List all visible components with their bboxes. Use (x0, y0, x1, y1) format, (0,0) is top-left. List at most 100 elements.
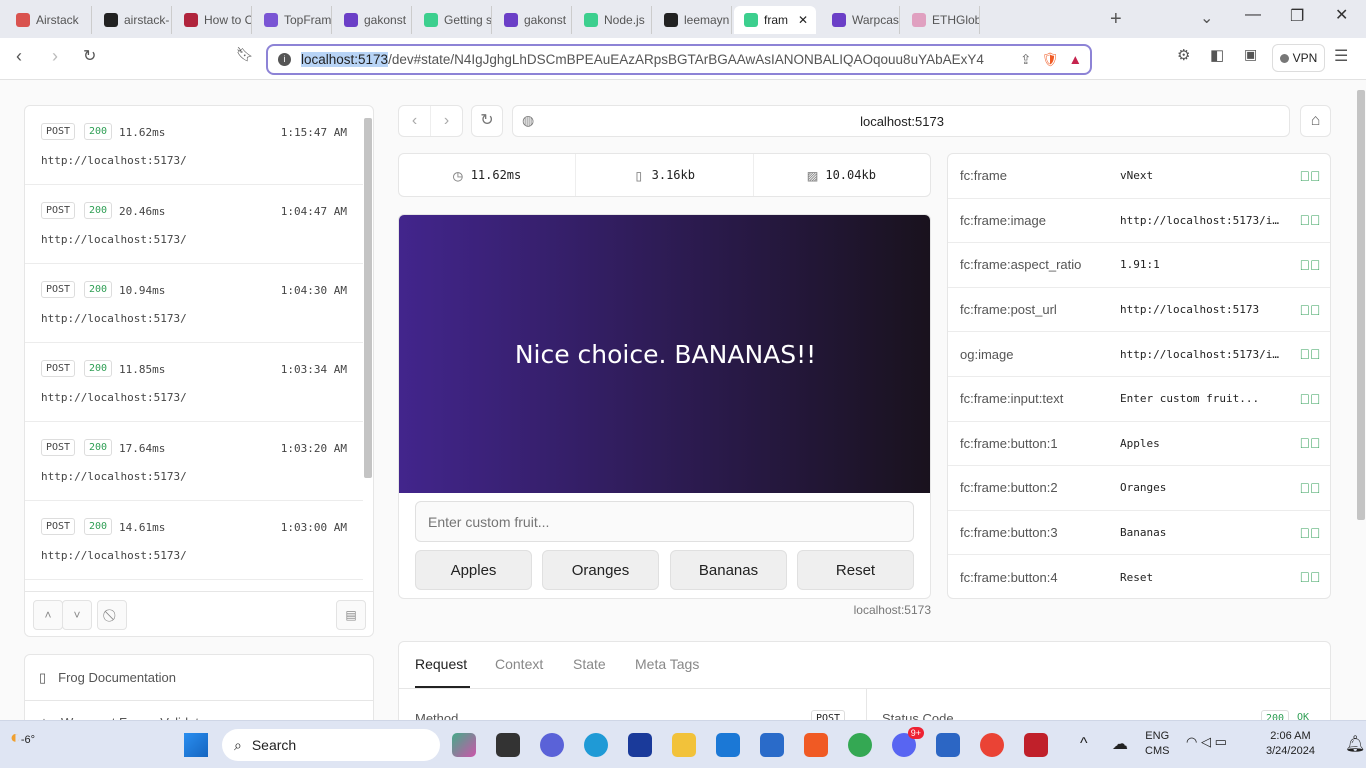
brave-shields-icon[interactable]: 🛡︎ (1041, 52, 1058, 68)
tab-search-icon[interactable]: ⌄ (1200, 8, 1213, 28)
browser-tab[interactable]: Node.js (574, 6, 652, 34)
browser-tab[interactable]: Getting s (414, 6, 492, 34)
tab-title: Airstack (36, 13, 79, 27)
browser-tab[interactable]: ETHGlob (902, 6, 980, 34)
frame-back-button[interactable]: ‹ (399, 106, 431, 136)
browser-tab[interactable]: leemayn (654, 6, 732, 34)
frog-docs-label: Frog Documentation (58, 670, 176, 685)
frame-url-field[interactable]: ◍ localhost:5173 (512, 105, 1290, 137)
request-item[interactable]: POST 200 10.94ms 1:04:30 AM http://local… (25, 264, 363, 343)
browser-tab[interactable]: Warpcas (822, 6, 900, 34)
chrome-icon[interactable] (848, 733, 872, 757)
request-item[interactable]: POST 200 17.64ms 1:03:20 AM http://local… (25, 422, 363, 501)
restore-button[interactable]: ❐ (1290, 6, 1304, 26)
frog-docs-link[interactable]: ▯ Frog Documentation (39, 670, 176, 686)
site-info-icon[interactable]: i (278, 53, 291, 66)
meta-value: http://localhost:5173/i… (1120, 347, 1279, 361)
frame-button-2[interactable]: Oranges (542, 550, 659, 590)
reload-button[interactable]: ↻ (83, 46, 96, 66)
wallet-icon[interactable]: ▣ (1244, 46, 1257, 63)
meta-tag-row: fc:frame vNext ✓⃝ (948, 154, 1330, 199)
file-explorer-icon[interactable] (672, 733, 696, 757)
favicon-icon (912, 13, 926, 27)
notification-icon[interactable]: 🔔︎ (1345, 734, 1365, 754)
share-icon[interactable]: ⇪ (1020, 52, 1031, 68)
discord-icon[interactable]: 9+ (892, 727, 924, 757)
chrome-icon-2[interactable] (980, 733, 1004, 757)
wifi-icon[interactable]: ◠ ◁ ▭ (1186, 734, 1227, 750)
scrollbar[interactable] (364, 118, 372, 478)
browser-tab[interactable]: TopFram (254, 6, 332, 34)
brave-rewards-icon[interactable]: ▲ (1069, 52, 1090, 67)
tab-context[interactable]: Context (495, 656, 543, 672)
request-item[interactable]: POST 200 11.85ms 1:03:34 AM http://local… (25, 343, 363, 422)
menu-icon[interactable]: ☰ (1334, 46, 1348, 66)
frame-forward-button[interactable]: › (431, 106, 462, 136)
page-scrollbar[interactable] (1357, 90, 1365, 520)
onedrive-icon[interactable]: ☁ (1112, 734, 1128, 754)
browser-tab[interactable]: fram ✕ (734, 6, 816, 34)
frame-button-4[interactable]: Reset (797, 550, 914, 590)
tab-title: TopFram (284, 13, 332, 27)
new-tab-button[interactable]: + (1110, 8, 1122, 31)
frame-reload-button[interactable]: ↻ (471, 105, 503, 137)
minimize-button[interactable]: — (1245, 6, 1261, 24)
brave-icon[interactable] (804, 733, 828, 757)
close-tab-icon[interactable]: ✕ (798, 13, 808, 27)
weather-widget[interactable]: ◐-6° (10, 727, 35, 748)
browser-tab[interactable]: How to C (174, 6, 252, 34)
frame-button-1[interactable]: Apples (415, 550, 532, 590)
status-badge: 200 (84, 518, 113, 535)
meta-tag-row: fc:frame:button:4 Reset ✓⃝ (948, 555, 1330, 598)
teams-icon[interactable] (540, 733, 564, 757)
tray-chevron-icon[interactable]: ^ (1080, 735, 1088, 753)
language-indicator[interactable]: ENG CMS (1145, 730, 1169, 757)
taskbar-search[interactable]: ⌕ Search (222, 729, 440, 761)
next-request-button[interactable]: ˅ (62, 600, 92, 630)
address-bar[interactable]: i localhost:5173/dev#state/N4IgJghgLhDSC… (266, 44, 1092, 75)
tab-state[interactable]: State (573, 656, 606, 672)
meta-tag-row: fc:frame:button:2 Oranges ✓⃝ (948, 466, 1330, 511)
meta-key: fc:frame:button:2 (960, 480, 1058, 496)
l-app-icon[interactable] (628, 733, 652, 757)
tab-meta-tags[interactable]: Meta Tags (635, 656, 699, 672)
tab-request[interactable]: Request (415, 656, 467, 672)
browser-tab[interactable]: airstack- (94, 6, 172, 34)
meta-key: fc:frame:button:3 (960, 525, 1058, 541)
status-badge: 200 (84, 439, 113, 456)
browser-tab[interactable]: gakonst (334, 6, 412, 34)
vpn-label: VPN (1292, 51, 1318, 65)
frame-button-3[interactable]: Bananas (670, 550, 787, 590)
sidebar-icon[interactable]: ◧ (1210, 46, 1224, 64)
bookmark-icon[interactable]: 🔖︎ (236, 46, 254, 63)
start-button[interactable] (184, 733, 208, 757)
powershell-icon[interactable] (936, 733, 960, 757)
request-time: 11.85ms (119, 363, 166, 376)
previous-request-button[interactable]: ˄ (33, 600, 63, 630)
clear-icon[interactable]: ⃠ (97, 600, 127, 630)
store-icon[interactable] (760, 733, 784, 757)
vpn-button[interactable]: VPN (1272, 44, 1325, 72)
app-icon[interactable] (496, 733, 520, 757)
fork-button[interactable]: ⌂ (1300, 105, 1331, 137)
mcafee-icon[interactable] (1024, 733, 1048, 757)
request-item[interactable]: POST 200 11.62ms 1:15:47 AM http://local… (25, 106, 363, 185)
browser-tab[interactable]: gakonst (494, 6, 572, 34)
extensions-icon[interactable]: ⚙ (1177, 46, 1190, 64)
forward-button[interactable]: › (52, 46, 58, 67)
back-button[interactable]: ‹ (16, 46, 22, 67)
response-size: 3.16kb (651, 168, 695, 182)
close-window-button[interactable]: ✕ (1335, 5, 1348, 25)
toggle-panel-icon[interactable]: ▤ (336, 600, 366, 630)
browser-tab[interactable]: Airstack (6, 6, 92, 34)
frame-text-input[interactable] (415, 501, 914, 542)
favicon-icon (832, 13, 846, 27)
request-item[interactable]: POST 200 14.61ms 1:03:00 AM http://local… (25, 501, 363, 580)
edge-icon[interactable] (584, 733, 608, 757)
copilot-icon[interactable] (452, 733, 476, 757)
clock[interactable]: 2:06 AM 3/24/2024 (1266, 730, 1315, 757)
cortana-icon[interactable] (716, 733, 740, 757)
request-list-panel: POST 200 11.62ms 1:15:47 AM http://local… (24, 105, 374, 637)
request-item[interactable]: POST 200 20.46ms 1:04:47 AM http://local… (25, 185, 363, 264)
image-size: 10.04kb (825, 168, 876, 182)
